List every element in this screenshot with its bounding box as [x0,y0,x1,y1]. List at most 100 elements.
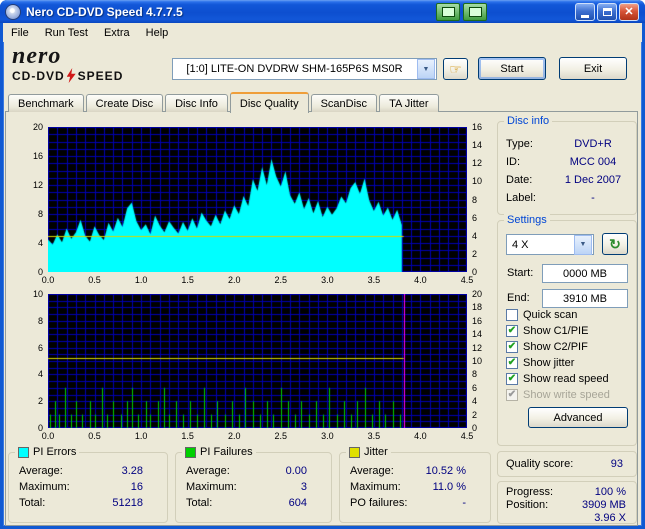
checkbox-quick-scan[interactable]: Quick scan [506,307,632,323]
refresh-button[interactable]: ↻ [602,233,628,255]
start-button[interactable]: Start [478,57,546,80]
axis-tick-label: 4 [37,238,43,248]
tab-disc-info[interactable]: Disc Info [165,94,228,112]
row-label: Type: [506,138,533,150]
row-label: Date: [506,174,533,186]
menu-item-run-test[interactable]: Run Test [37,25,96,41]
legend-title-pi-errors: PI Errors [15,446,80,458]
legend-row: Total: 51218 [9,495,167,511]
axis-tick-label: 16 [32,151,43,161]
row-value: 604 [288,497,307,509]
title-bar[interactable]: Nero CD-DVD Speed 4.7.7.5 ✕ [0,0,645,23]
chevron-down-icon[interactable]: ▼ [574,234,592,255]
menu-item-help[interactable]: Help [138,25,177,41]
legend-title-jitter: Jitter [346,446,391,458]
axis-tick-label: 14 [472,140,483,151]
menu-item-extra[interactable]: Extra [96,25,138,41]
speed-selector-value: 4 X [512,238,529,251]
row-label: Maximum: [19,481,70,493]
row-value: 11.0 % [432,481,466,493]
quality-score-label: Quality score: [506,458,574,470]
axis-tick-label: 10 [32,289,43,299]
drive-selector[interactable]: [1:0] LITE-ON DVDRW SHM-165P6S MS0R ▼ [172,58,437,80]
overlay-capture-button-1[interactable] [436,3,460,21]
legend-row: Average: 3.28 [9,463,167,479]
axis-tick-label: 14 [472,329,483,340]
checkbox-label: Quick scan [523,309,578,321]
checkbox-show-jitter[interactable]: ✔ Show jitter [506,355,632,371]
disc-info-row: ID: MCC 004 [498,153,636,171]
maximize-button[interactable] [597,3,617,21]
monitor-icon [468,7,482,17]
end-position-field[interactable] [542,289,628,308]
legend-title-text: Jitter [364,446,388,458]
legend-row: Average: 10.52 % [340,463,490,479]
nero-logo: nero CD-DVD SPEED [12,43,162,83]
close-button[interactable]: ✕ [619,3,639,21]
advanced-button[interactable]: Advanced [528,407,628,428]
jitter-results-panel: Jitter Average: 10.52 % Maximum: 11.0 % PO fa… [339,446,491,523]
pi-failures-results-panel: PI Failures Average: 0.00 Maximum: 3 Total: 60… [175,446,332,523]
axis-tick-label: 4 [37,369,43,380]
checkbox-show-read-speed[interactable]: ✔ Show read speed [506,371,632,387]
axis-tick-label: 0.5 [88,431,101,441]
start-position-field[interactable] [542,264,628,283]
close-icon: ✕ [624,5,634,18]
checkbox-label: Show C2/PIF [523,341,588,353]
refresh-icon: ↻ [609,235,621,252]
checkbox-label: Show write speed [523,389,610,401]
axis-tick-label: 3.5 [367,275,381,285]
quality-score-value: 93 [610,458,623,470]
tab-benchmark[interactable]: Benchmark [8,94,84,112]
checkbox-show-write-speed[interactable]: ✔ Show write speed [506,387,632,403]
row-value: 51218 [112,497,143,509]
axis-tick-label: 4 [472,230,478,241]
axis-tick-label: 12 [472,342,483,353]
axis-tick-label: 4.0 [414,275,427,285]
tab-create-disc[interactable]: Create Disc [85,94,164,112]
monitor-icon [441,7,455,17]
axis-tick-label: 8 [37,209,43,219]
row-value: DVD+R [574,138,612,150]
axis-tick-label: 16 [472,122,483,132]
axis-tick-label: 12 [32,180,43,190]
checkbox-box-icon: ✔ [506,389,518,401]
row-value: 3.28 [121,465,143,477]
hand-icon: ☞ [449,60,462,77]
disc-info-row: Label: - [498,189,636,207]
menu-item-file[interactable]: File [3,25,37,41]
speed-selector[interactable]: 4 X ▼ [506,234,594,255]
axis-tick-label: 0.5 [88,275,101,285]
axis-tick-label: 0.0 [41,275,55,285]
disc-info-panel: Disc info Type: DVD+R ID: MCC 004 Date: 1 Dec… [497,115,637,215]
quality-score-panel: Quality score: 93 [497,451,637,477]
settings-title: Settings [504,214,550,226]
eject-control-button[interactable]: ☞ [443,58,468,80]
row-value: 3 [300,481,307,493]
axis-tick-label: 2.5 [274,275,288,285]
settings-checkboxes: Quick scan ✔ Show C1/PIE ✔ Show C2/PIF ✔ Show … [506,307,632,403]
axis-tick-label: 16 [472,315,483,326]
axis-tick-label: 12 [472,158,483,169]
chevron-down-icon[interactable]: ▼ [417,59,435,79]
status-row: Progress: 100 % [498,485,636,498]
minimize-icon [581,15,589,18]
row-label: Maximum: [186,481,237,493]
status-row: Position: 3909 MB [498,498,636,511]
axis-tick-label: 3.0 [321,431,334,441]
minimize-button[interactable] [575,3,595,21]
checkbox-show-c1-pie[interactable]: ✔ Show C1/PIE [506,323,632,339]
checkbox-show-c2-pif[interactable]: ✔ Show C2/PIF [506,339,632,355]
logo-brand-text: nero [12,43,62,69]
overlay-capture-button-2[interactable] [463,3,487,21]
exit-button[interactable]: Exit [559,57,627,80]
row-value: 3.96 X [594,511,626,524]
tab-disc-quality[interactable]: Disc Quality [229,92,309,113]
tab-ta-jitter[interactable]: TA Jitter [379,94,439,112]
right-axis-labels: 0 2 4 6 8 10 12 14 16 18 20 [469,289,489,433]
tab-scandisc[interactable]: ScanDisc [310,94,378,112]
axis-tick-label: 3.0 [321,275,334,285]
row-label: Average: [186,465,230,477]
left-axis-labels: 0 4 8 12 16 20 [10,122,46,277]
axis-tick-label: 10 [472,356,483,366]
